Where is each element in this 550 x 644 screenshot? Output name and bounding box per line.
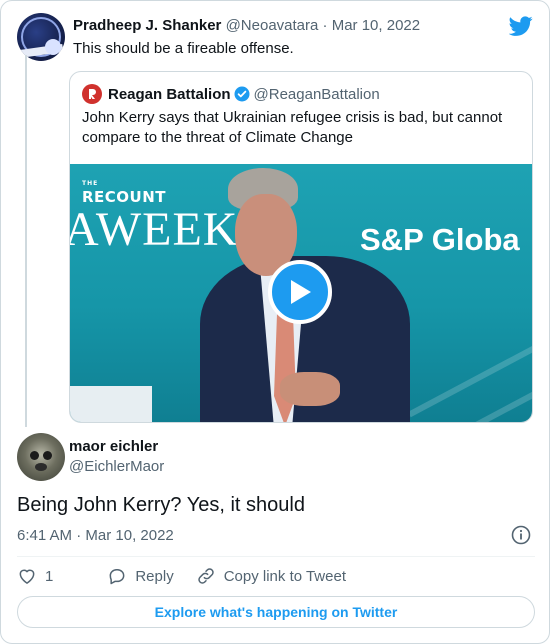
parent-tweet-header: Pradheep J. Shanker @Neoavatara · Mar 10…: [73, 17, 420, 35]
quoted-author-handle: @ReaganBattalion: [253, 85, 380, 103]
avatar-eye: [43, 451, 52, 460]
avatar-eye: [30, 451, 39, 460]
reply-button[interactable]: Reply: [107, 566, 174, 586]
reply-bubble-icon: [109, 569, 125, 585]
backdrop-text-right: S&P Globa: [360, 222, 520, 257]
author-name[interactable]: Pradheep J. Shanker: [73, 17, 221, 34]
author-handle[interactable]: @Neoavatara: [226, 17, 319, 34]
info-icon[interactable]: [511, 525, 531, 545]
video-thumbnail[interactable]: THE RECOUNT AWEEK S&P Globa: [70, 164, 532, 422]
copy-link-label: Copy link to Tweet: [223, 567, 346, 585]
reply-text: Being John Kerry? Yes, it should: [17, 494, 305, 516]
separator: ·: [322, 17, 328, 34]
link-icon: [197, 568, 214, 584]
twitter-bird-icon[interactable]: [509, 14, 533, 38]
avatar-badge: [45, 39, 61, 55]
quoted-tweet-header: Reagan Battalion @ReaganBattalion: [82, 84, 380, 104]
play-button[interactable]: [268, 260, 332, 324]
action-bar: 1 Reply Copy link to Tweet: [17, 564, 368, 588]
quoted-tweet-text: John Kerry says that Ukrainian refugee c…: [82, 109, 503, 146]
reply-author-handle[interactable]: @EichlerMaor: [69, 458, 164, 475]
like-button[interactable]: 1: [17, 566, 85, 586]
reply-date: Mar 10, 2022: [85, 527, 174, 544]
explore-twitter-button[interactable]: Explore what's happening on Twitter: [17, 596, 535, 628]
play-icon: [291, 280, 311, 304]
quoted-author-name: Reagan Battalion: [108, 85, 231, 103]
quoted-tweet[interactable]: Reagan Battalion @ReaganBattalion John K…: [69, 71, 533, 423]
podium-shape: [70, 386, 152, 422]
tweet-embed-card: Pradheep J. Shanker @Neoavatara · Mar 10…: [0, 0, 550, 644]
reagan-battalion-logo-icon: [82, 84, 102, 104]
divider: [17, 556, 535, 557]
reply-time: 6:41 AM: [17, 527, 73, 544]
reply-author-name[interactable]: maor eichler: [69, 438, 158, 455]
thread-connector-line: [25, 55, 27, 427]
avatar[interactable]: [17, 13, 65, 61]
speaker-hand: [280, 372, 340, 406]
tweet-text: This should be a fireable offense.: [73, 40, 294, 57]
avatar-nose: [35, 463, 47, 471]
reply-avatar[interactable]: [17, 433, 65, 481]
verified-badge-icon: [234, 86, 250, 102]
separator: ·: [76, 527, 82, 544]
like-count: 1: [45, 567, 54, 585]
copy-link-button[interactable]: Copy link to Tweet: [196, 566, 346, 586]
tweet-date[interactable]: Mar 10, 2022: [332, 17, 420, 34]
backdrop-text-left: AWEEK: [70, 203, 239, 256]
reply-timestamp[interactable]: 6:41 AM · Mar 10, 2022: [17, 527, 174, 544]
reply-label: Reply: [135, 567, 174, 585]
recount-small-text: THE: [82, 180, 99, 187]
heart-icon: [19, 569, 35, 584]
